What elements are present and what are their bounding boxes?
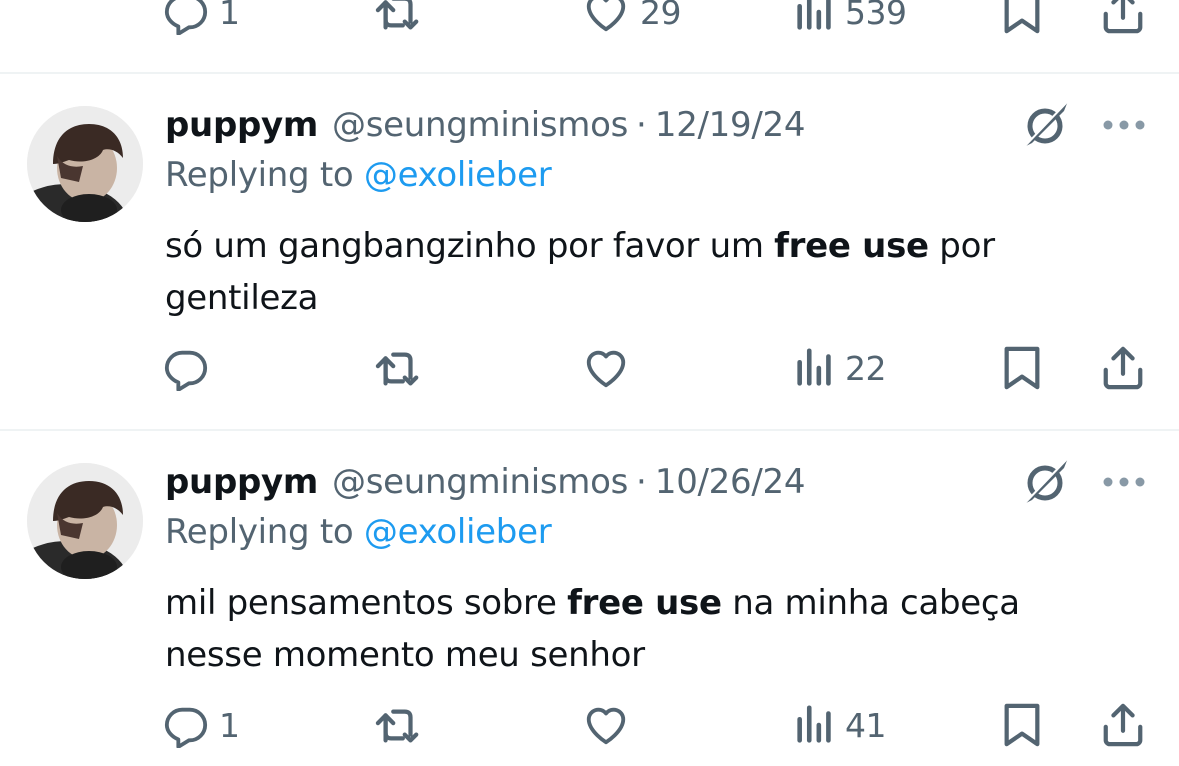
tweet-actions: 1 41 (0, 695, 1179, 755)
views-button[interactable]: 539 (795, 0, 907, 42)
like-button[interactable] (582, 338, 630, 398)
more-button[interactable] (1098, 110, 1150, 140)
reply-button[interactable]: 1 (163, 695, 240, 755)
display-name[interactable]: puppym (165, 462, 318, 502)
tweet-text: só um gangbangzinho por favor um free us… (165, 220, 1125, 324)
views-icon (797, 0, 831, 30)
user-handle[interactable]: @seungminismos (332, 105, 628, 145)
tweet-header: puppym @seungminismos · 10/26/24 (165, 457, 805, 507)
share-icon (1103, 0, 1143, 34)
retweet-icon (375, 709, 419, 743)
views-count: 539 (845, 0, 907, 32)
user-handle[interactable]: @seungminismos (332, 462, 628, 502)
retweet-icon (373, 0, 425, 35)
more-button[interactable] (1098, 467, 1150, 497)
replying-prefix: Replying to (165, 512, 364, 552)
replying-prefix: Replying to (165, 155, 364, 195)
tweet-text: mil pensamentos sobre free use na minha … (165, 577, 1125, 681)
views-button[interactable]: 22 (795, 338, 887, 398)
like-count: 29 (640, 0, 682, 32)
previous-tweet-actions: 1 29 539 (0, 0, 1179, 42)
tweet-date[interactable]: 12/19/24 (655, 105, 806, 145)
tweet[interactable]: puppym @seungminismos · 12/19/24 Replyin… (0, 74, 1179, 429)
views-icon (797, 705, 831, 743)
replying-mention-link[interactable]: @exolieber (364, 155, 552, 195)
reply-icon (164, 0, 208, 35)
display-name[interactable]: puppym (165, 105, 318, 145)
heart-icon (586, 0, 626, 32)
retweet-button[interactable] (373, 695, 425, 755)
bookmark-button[interactable] (1000, 0, 1044, 42)
reply-count: 1 (219, 705, 240, 745)
bookmark-button[interactable] (1000, 695, 1044, 755)
avatar[interactable] (27, 106, 143, 222)
views-count: 22 (845, 348, 887, 388)
reply-icon (164, 350, 208, 391)
tweet-text-part: só um gangbangzinho por favor um (165, 226, 775, 266)
retweet-button[interactable] (373, 338, 425, 398)
tweet-date[interactable]: 10/26/24 (655, 462, 806, 502)
share-icon (1103, 703, 1143, 747)
separator-dot: · (636, 105, 647, 145)
like-button[interactable] (582, 695, 630, 755)
views-button[interactable]: 41 (795, 695, 887, 755)
tweet-text-bold: free use (567, 583, 722, 623)
bookmark-icon (1004, 0, 1040, 34)
like-button[interactable]: 29 (582, 0, 682, 42)
retweet-icon (375, 352, 419, 386)
views-count: 41 (845, 705, 887, 745)
bookmark-icon (1004, 703, 1040, 747)
grok-button[interactable] (1018, 454, 1074, 510)
replying-to: Replying to @exolieber (165, 512, 552, 558)
heart-icon (586, 350, 626, 388)
share-icon (1103, 346, 1143, 390)
tweet-feed: 1 29 539 puppym @seungminismos · 12/19/2… (0, 0, 1179, 766)
tweet-header: puppym @seungminismos · 12/19/24 (165, 100, 805, 150)
retweet-button[interactable] (373, 0, 425, 42)
reply-icon (164, 707, 208, 748)
share-button[interactable] (1101, 695, 1145, 755)
share-button[interactable] (1101, 338, 1145, 398)
heart-icon (586, 707, 626, 745)
grok-button[interactable] (1018, 97, 1074, 153)
tweet-text-bold: free use (774, 226, 929, 266)
tweet-actions: 22 (0, 338, 1179, 398)
avatar[interactable] (27, 463, 143, 579)
more-icon (1103, 477, 1145, 487)
tweet[interactable]: puppym @seungminismos · 10/26/24 Replyin… (0, 431, 1179, 766)
share-button[interactable] (1101, 0, 1145, 42)
more-icon (1103, 120, 1145, 130)
reply-button[interactable]: 1 (163, 0, 240, 42)
reply-count: 1 (219, 0, 240, 32)
bookmark-icon (1004, 346, 1040, 390)
replying-to: Replying to @exolieber (165, 155, 552, 201)
bookmark-button[interactable] (1000, 338, 1044, 398)
separator-dot: · (636, 462, 647, 502)
grok-icon (1023, 100, 1069, 148)
replying-mention-link[interactable]: @exolieber (364, 512, 552, 552)
tweet-text-part: mil pensamentos sobre (165, 583, 568, 623)
reply-button[interactable] (163, 338, 219, 398)
views-icon (797, 348, 831, 386)
grok-icon (1023, 457, 1069, 505)
